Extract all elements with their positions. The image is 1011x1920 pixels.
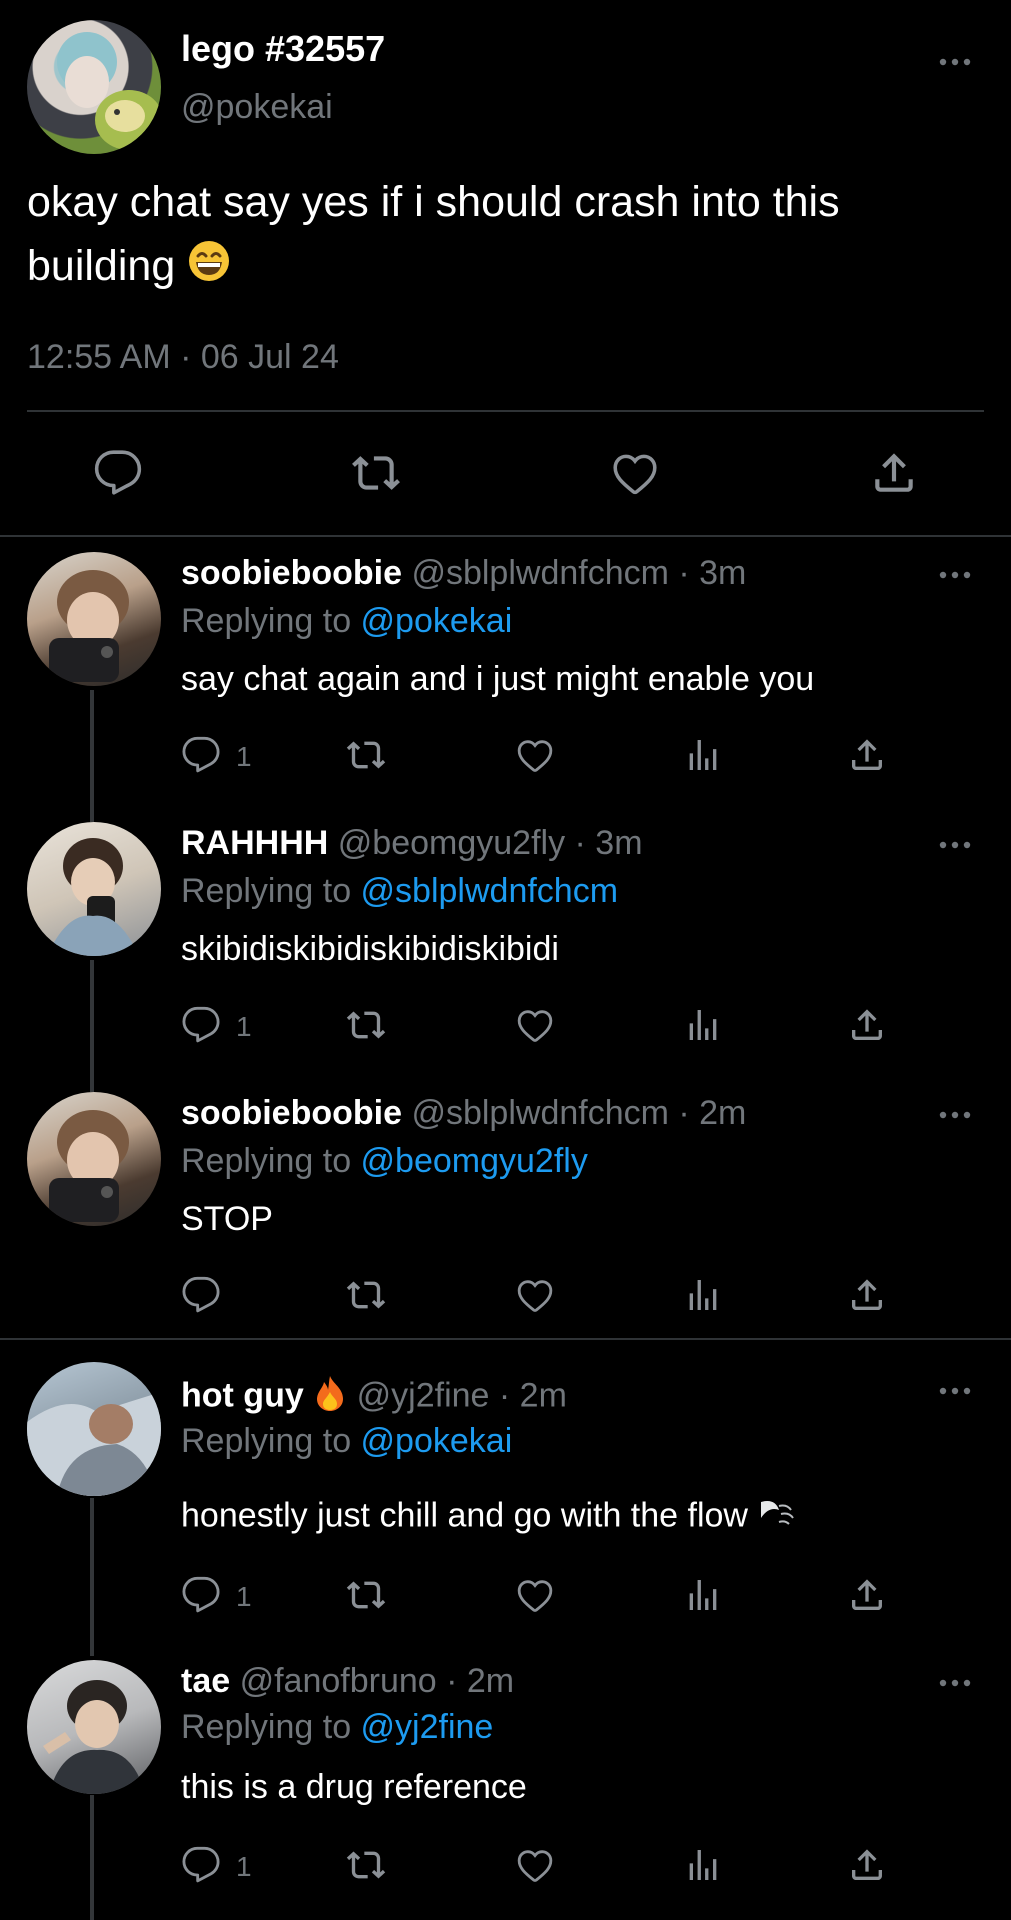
reply-icon[interactable]: [181, 1575, 221, 1615]
replying-label: Replying to: [181, 1422, 361, 1460]
thread-connector: [90, 1795, 94, 1920]
replying-to-link[interactable]: @yj2fine: [361, 1708, 494, 1746]
retweet-icon[interactable]: [346, 1275, 386, 1315]
share-icon[interactable]: [847, 1275, 887, 1315]
thread-connector: [90, 690, 94, 822]
retweet-icon[interactable]: [346, 1005, 386, 1045]
display-name[interactable]: soobieboobie: [181, 554, 402, 592]
replying-to-link[interactable]: @pokekai: [361, 1422, 513, 1460]
share-icon[interactable]: [869, 448, 919, 498]
reply-icon[interactable]: [181, 1005, 221, 1045]
reply-text: skibidiskibidiskibidiskibidi: [181, 930, 559, 968]
display-name[interactable]: hot guy: [181, 1376, 304, 1414]
reply-header: RAHHHH @beomgyu2fly · 3m: [181, 824, 643, 863]
author-avatar[interactable]: [27, 20, 161, 154]
like-icon[interactable]: [515, 1275, 555, 1315]
reply-count: 1: [236, 1851, 252, 1882]
views-icon[interactable]: [683, 1005, 723, 1045]
share-icon[interactable]: [847, 1845, 887, 1885]
retweet-icon[interactable]: [346, 1575, 386, 1615]
handle-time: @sblplwdnfchcm · 2m: [402, 1094, 747, 1132]
avatar[interactable]: [27, 822, 161, 956]
views-icon[interactable]: [683, 735, 723, 775]
reply-text-content: honestly just chill and go with the flow: [181, 1496, 748, 1535]
reply-icon[interactable]: [181, 1275, 221, 1315]
more-icon[interactable]: [937, 1677, 973, 1689]
reply-text: say chat again and i just might enable y…: [181, 660, 815, 698]
replying-to: Replying to @yj2fine: [181, 1708, 493, 1747]
handle-time: @fanofbruno · 2m: [230, 1662, 515, 1700]
reply-header: tae @fanofbruno · 2m: [181, 1662, 514, 1701]
share-icon[interactable]: [847, 735, 887, 775]
display-name[interactable]: RAHHHH: [181, 824, 328, 862]
reply-count: 1: [236, 1011, 252, 1042]
avatar[interactable]: [27, 1362, 161, 1496]
replying-label: Replying to: [181, 1708, 361, 1746]
reply-text: honestly just chill and go with the flow: [181, 1496, 797, 1539]
wind-emoji-icon: [757, 1496, 797, 1539]
tweet-text-content: okay chat say yes if i should crash into…: [27, 178, 840, 290]
display-name[interactable]: tae: [181, 1662, 230, 1700]
like-icon[interactable]: [610, 448, 660, 498]
divider: [27, 410, 984, 412]
replying-to: Replying to @beomgyu2fly: [181, 1142, 588, 1181]
fire-emoji-icon: [313, 1374, 347, 1421]
replying-to: Replying to @pokekai: [181, 602, 512, 641]
retweet-icon[interactable]: [351, 448, 401, 498]
replying-to-link[interactable]: @pokekai: [361, 602, 513, 640]
reply-header: soobieboobie @sblplwdnfchcm · 3m: [181, 554, 746, 593]
avatar[interactable]: [27, 1660, 161, 1794]
handle-time: @sblplwdnfchcm · 3m: [402, 554, 747, 592]
like-icon[interactable]: [515, 1845, 555, 1885]
reply-header: soobieboobie @sblplwdnfchcm · 2m: [181, 1094, 746, 1133]
retweet-icon[interactable]: [346, 735, 386, 775]
views-icon[interactable]: [683, 1275, 723, 1315]
share-icon[interactable]: [847, 1005, 887, 1045]
reply-icon[interactable]: [181, 1845, 221, 1885]
reply-text: STOP: [181, 1200, 273, 1238]
avatar[interactable]: [27, 1092, 161, 1226]
like-icon[interactable]: [515, 1575, 555, 1615]
author-name[interactable]: lego #32557: [181, 28, 385, 70]
reply-icon[interactable]: [181, 735, 221, 775]
views-icon[interactable]: [683, 1845, 723, 1885]
display-name[interactable]: soobieboobie: [181, 1094, 402, 1132]
grinning-face-emoji-icon: [187, 237, 231, 301]
retweet-icon[interactable]: [346, 1845, 386, 1885]
replying-to-link[interactable]: @sblplwdnfchcm: [361, 872, 619, 910]
divider: [0, 1338, 1011, 1340]
reply-header: hot guy @yj2fine · 2m: [181, 1374, 567, 1421]
more-icon[interactable]: [937, 569, 973, 581]
replying-to-link[interactable]: @beomgyu2fly: [361, 1142, 588, 1180]
replying-label: Replying to: [181, 872, 361, 910]
reply-count: 1: [236, 741, 252, 772]
more-icon[interactable]: [937, 1385, 973, 1397]
reply-icon[interactable]: [93, 448, 143, 498]
more-icon[interactable]: [937, 839, 973, 851]
more-icon[interactable]: [937, 56, 973, 68]
thread-connector: [90, 1498, 94, 1656]
tweet-timestamp: 12:55 AM · 06 Jul 24: [27, 338, 339, 376]
divider: [0, 535, 1011, 537]
views-icon[interactable]: [683, 1575, 723, 1615]
author-handle[interactable]: @pokekai: [181, 88, 333, 127]
more-icon[interactable]: [937, 1109, 973, 1121]
reply-text: this is a drug reference: [181, 1768, 527, 1806]
handle-time: @beomgyu2fly · 3m: [328, 824, 643, 862]
replying-to: Replying to @pokekai: [181, 1422, 512, 1461]
replying-label: Replying to: [181, 1142, 361, 1180]
thread-connector: [90, 960, 94, 1092]
like-icon[interactable]: [515, 1005, 555, 1045]
handle-time: @yj2fine · 2m: [347, 1376, 567, 1415]
avatar[interactable]: [27, 552, 161, 686]
tweet-text: okay chat say yes if i should crash into…: [27, 170, 977, 301]
reply-count: 1: [236, 1581, 252, 1612]
share-icon[interactable]: [847, 1575, 887, 1615]
like-icon[interactable]: [515, 735, 555, 775]
replying-label: Replying to: [181, 602, 361, 640]
replying-to: Replying to @sblplwdnfchcm: [181, 872, 618, 911]
